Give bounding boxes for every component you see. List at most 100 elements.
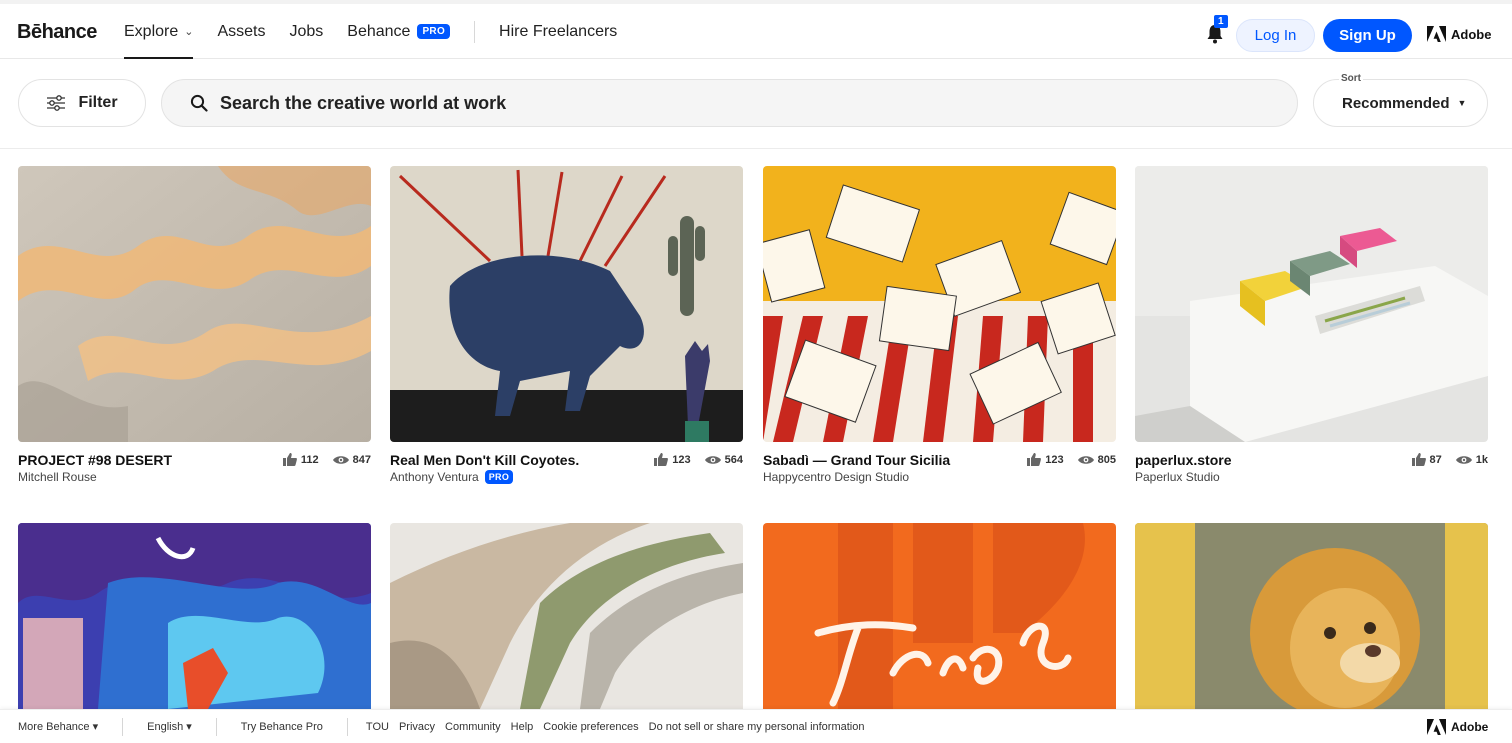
behance-logo[interactable]: Bēhance bbox=[17, 21, 97, 44]
adobe-link[interactable]: Adobe bbox=[1427, 26, 1491, 42]
adobe-logo-icon bbox=[1427, 26, 1446, 42]
footer-adobe-label: Adobe bbox=[1451, 720, 1489, 734]
project-cover-image bbox=[763, 523, 1116, 709]
project-card[interactable]: Real Men Don't Kill Coyotes. Anthony Ven… bbox=[390, 166, 743, 486]
search-bar[interactable] bbox=[161, 79, 1298, 127]
signup-button[interactable]: Sign Up bbox=[1323, 19, 1412, 52]
footer-divider bbox=[215, 717, 217, 736]
nav-behance-pro[interactable]: Behance PRO bbox=[347, 4, 451, 59]
notification-count-badge: 1 bbox=[1214, 15, 1228, 28]
project-owner[interactable]: Mitchell Rouse bbox=[18, 470, 97, 484]
project-meta: Sabadì — Grand Tour Sicilia Happycentro … bbox=[763, 442, 1116, 486]
nav-behance-label: Behance bbox=[347, 22, 411, 40]
project-title[interactable]: Real Men Don't Kill Coyotes. bbox=[390, 452, 579, 468]
project-stats: 87 1k bbox=[1411, 453, 1488, 466]
footer-link-help[interactable]: Help bbox=[511, 721, 534, 733]
nav-jobs-label: Jobs bbox=[289, 22, 324, 40]
footer-link-privacy[interactable]: Privacy bbox=[399, 721, 435, 733]
project-title[interactable]: Sabadì — Grand Tour Sicilia bbox=[763, 452, 950, 468]
eye-icon bbox=[704, 455, 721, 464]
login-button[interactable]: Log In bbox=[1236, 19, 1315, 52]
project-cover-friday[interactable] bbox=[763, 523, 1116, 709]
project-cover-sculpture[interactable] bbox=[390, 523, 743, 709]
project-owner[interactable]: Happycentro Design Studio bbox=[763, 470, 909, 484]
project-cover-desert[interactable] bbox=[18, 166, 371, 442]
thumbs-up-icon bbox=[282, 453, 297, 466]
project-owner[interactable]: Paperlux Studio bbox=[1135, 470, 1220, 484]
footer-more-behance[interactable]: More Behance ▾ bbox=[18, 720, 98, 733]
footer-language[interactable]: English ▾ bbox=[147, 720, 192, 733]
search-icon bbox=[190, 94, 208, 112]
views-stat: 1k bbox=[1455, 453, 1488, 466]
project-cover-fantasy[interactable] bbox=[18, 523, 371, 709]
search-toolbar: Filter Sort Recommended ▼ bbox=[0, 59, 1512, 149]
likes-stat: 123 bbox=[1027, 453, 1064, 466]
nav-jobs[interactable]: Jobs bbox=[289, 4, 323, 59]
eye-icon bbox=[332, 455, 349, 464]
filter-button[interactable]: Filter bbox=[18, 79, 146, 127]
footer-divider bbox=[346, 717, 348, 736]
nav-hire-freelancers[interactable]: Hire Freelancers bbox=[499, 4, 617, 59]
project-stats: 123 564 bbox=[654, 453, 743, 466]
views-count: 1k bbox=[1475, 453, 1488, 466]
project-card[interactable] bbox=[18, 523, 371, 709]
owner-name: Paperlux Studio bbox=[1135, 470, 1220, 484]
likes-count: 123 bbox=[672, 453, 691, 466]
footer-bar: More Behance ▾ English ▾ Try Behance Pro… bbox=[0, 709, 1512, 743]
nav-explore[interactable]: Explore ⌄ bbox=[124, 4, 194, 59]
likes-count: 87 bbox=[1429, 453, 1442, 466]
eye-icon bbox=[1077, 455, 1094, 464]
project-title[interactable]: paperlux.store bbox=[1135, 452, 1231, 468]
project-cover-image bbox=[1135, 166, 1488, 442]
project-title[interactable]: PROJECT #98 DESERT bbox=[18, 452, 172, 468]
nav-hire-label: Hire Freelancers bbox=[499, 22, 618, 40]
project-cover-coyote[interactable] bbox=[390, 166, 743, 442]
footer-divider bbox=[122, 717, 124, 736]
project-card[interactable]: paperlux.store Paperlux Studio 87 1k bbox=[1135, 166, 1488, 486]
views-count: 847 bbox=[352, 453, 371, 466]
project-cover-image bbox=[18, 166, 371, 442]
caret-down-icon: ▼ bbox=[1457, 98, 1467, 108]
pro-badge: PRO bbox=[417, 24, 451, 39]
footer-link-cookie-preferences[interactable]: Cookie preferences bbox=[543, 721, 638, 733]
likes-stat: 87 bbox=[1411, 453, 1442, 466]
project-card[interactable]: PROJECT #98 DESERT Mitchell Rouse 112 84… bbox=[18, 166, 371, 486]
views-count: 805 bbox=[1097, 453, 1116, 466]
nav-assets-label: Assets bbox=[217, 22, 266, 40]
footer-link-do-not-sell[interactable]: Do not sell or share my personal informa… bbox=[649, 721, 865, 733]
project-cover-image bbox=[390, 166, 743, 442]
project-stats: 112 847 bbox=[282, 453, 371, 466]
thumbs-up-icon bbox=[1411, 453, 1426, 466]
thumbs-up-icon bbox=[654, 453, 669, 466]
likes-stat: 112 bbox=[282, 453, 319, 466]
sliders-icon bbox=[47, 95, 66, 111]
project-card[interactable] bbox=[390, 523, 743, 709]
sort-label: Sort bbox=[1339, 73, 1363, 84]
nav-explore-label: Explore bbox=[124, 22, 179, 40]
owner-name: Happycentro Design Studio bbox=[763, 470, 910, 484]
main-nav: Explore ⌄ Assets Jobs Behance PRO Hire F… bbox=[124, 4, 641, 59]
adobe-logo-icon bbox=[1427, 719, 1446, 735]
nav-divider bbox=[474, 20, 476, 43]
project-cover-sicilia[interactable] bbox=[763, 166, 1116, 442]
project-card[interactable] bbox=[763, 523, 1116, 709]
footer-try-pro[interactable]: Try Behance Pro bbox=[241, 721, 323, 733]
likes-count: 123 bbox=[1045, 453, 1064, 466]
top-navigation-bar: Bēhance Explore ⌄ Assets Jobs Behance PR… bbox=[0, 0, 1512, 59]
nav-assets[interactable]: Assets bbox=[217, 4, 265, 59]
footer-link-community[interactable]: Community bbox=[445, 721, 501, 733]
footer-link-tou[interactable]: TOU bbox=[366, 721, 389, 733]
search-input[interactable] bbox=[220, 92, 1120, 114]
views-stat: 564 bbox=[704, 454, 743, 466]
project-card[interactable] bbox=[1135, 523, 1488, 709]
adobe-label: Adobe bbox=[1451, 26, 1492, 42]
project-cover-paperlux[interactable] bbox=[1135, 166, 1488, 442]
sort-dropdown[interactable]: Recommended ▼ bbox=[1313, 79, 1488, 127]
footer-adobe-link[interactable]: Adobe bbox=[1427, 719, 1488, 735]
project-owner[interactable]: Anthony Ventura PRO bbox=[390, 470, 514, 484]
sort-value: Recommended bbox=[1342, 94, 1450, 112]
project-cover-image bbox=[763, 166, 1116, 442]
project-cover-image bbox=[390, 523, 743, 709]
project-card[interactable]: Sabadì — Grand Tour Sicilia Happycentro … bbox=[763, 166, 1116, 486]
project-cover-lion[interactable] bbox=[1135, 523, 1488, 709]
